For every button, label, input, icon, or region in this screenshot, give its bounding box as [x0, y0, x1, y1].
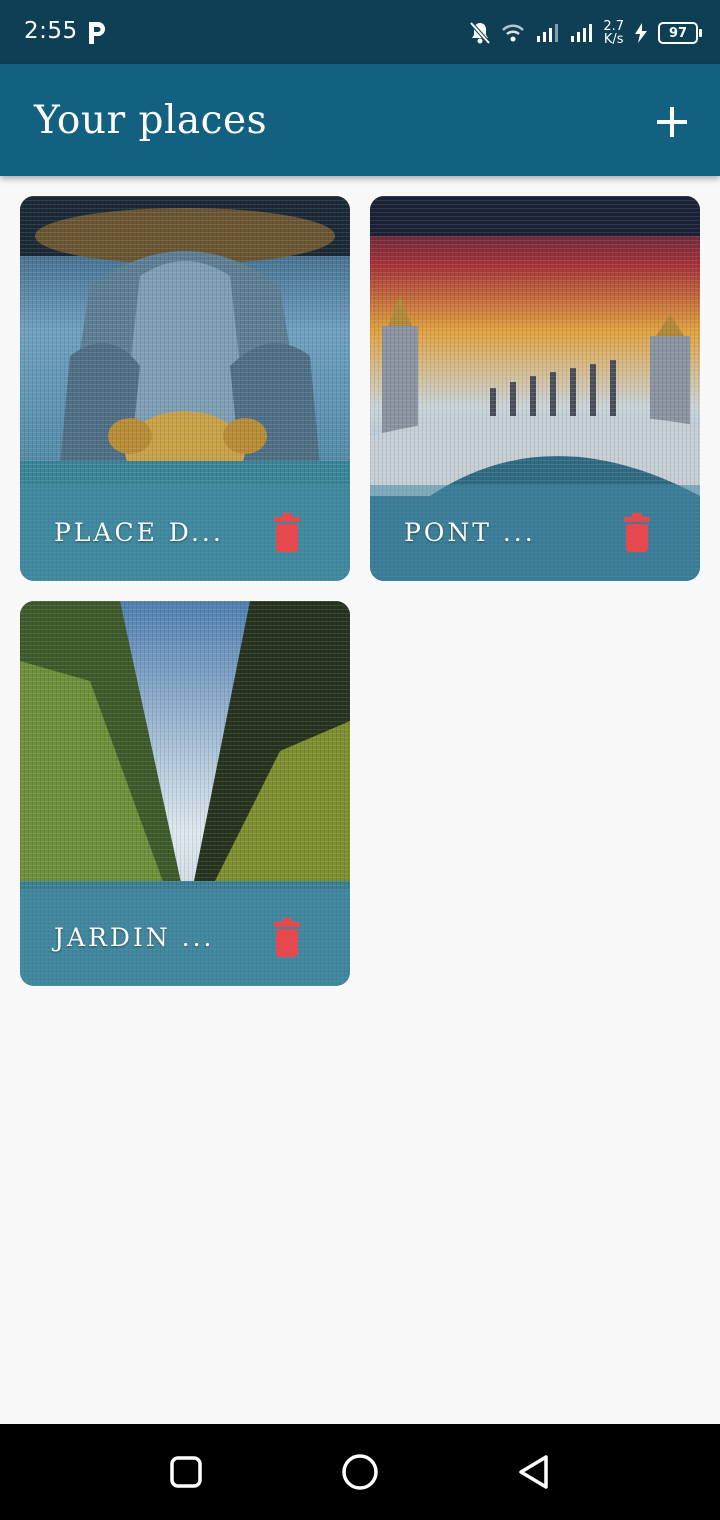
home-button[interactable]: [340, 1452, 380, 1492]
status-time: 2:55: [24, 18, 78, 44]
signal-icon-1: [537, 24, 559, 42]
page-title: Your places: [34, 98, 268, 143]
plus-icon: [657, 107, 687, 137]
system-navigation-bar: [0, 1424, 720, 1520]
add-place-button[interactable]: [650, 100, 694, 144]
battery-indicator: 97: [658, 22, 702, 44]
speed-unit: K/s: [603, 32, 624, 47]
status-bar: 2:55 2.7 K/s 97: [0, 0, 720, 64]
square-icon: [170, 1456, 202, 1488]
place-title: PONT ...: [404, 518, 536, 547]
app-bar: Your places: [0, 64, 720, 176]
place-card[interactable]: JARDIN ...: [20, 601, 350, 986]
wifi-icon: [502, 24, 525, 42]
charging-icon: [635, 23, 647, 43]
recent-apps-button[interactable]: [166, 1452, 206, 1492]
trash-icon: [274, 513, 300, 552]
back-button[interactable]: [514, 1452, 554, 1492]
parking-app-icon: [89, 22, 105, 44]
place-title: PLACE D...: [54, 518, 224, 547]
network-speed: 2.7 K/s: [603, 20, 624, 46]
place-card[interactable]: PLACE D...: [20, 196, 350, 581]
delete-place-button[interactable]: [272, 918, 302, 958]
place-card[interactable]: PONT ...: [370, 196, 700, 581]
trash-icon: [624, 513, 650, 552]
delete-place-button[interactable]: [272, 513, 302, 553]
status-icons: 2.7 K/s 97: [469, 16, 702, 50]
signal-icon-2: [571, 24, 593, 42]
bell-muted-icon: [469, 21, 491, 45]
delete-place-button[interactable]: [622, 513, 652, 553]
trash-icon: [274, 918, 300, 957]
triangle-back-icon: [519, 1455, 548, 1489]
place-title: JARDIN ...: [54, 923, 215, 952]
circle-icon: [342, 1454, 378, 1490]
